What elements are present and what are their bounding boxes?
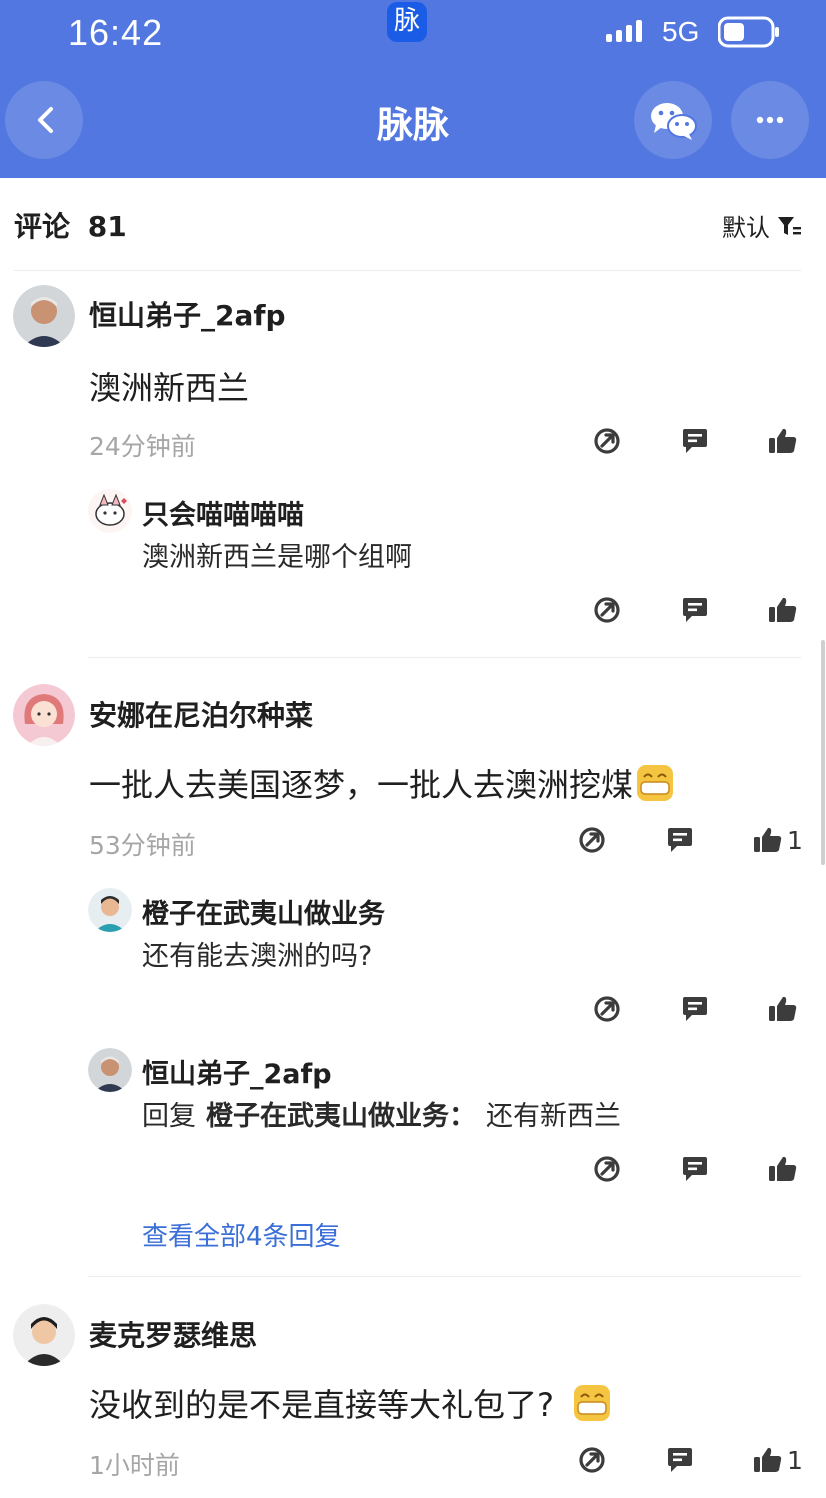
share-icon[interactable]: [592, 426, 622, 456]
comment-card: 安娜在尼泊尔种菜 一批人去美国逐梦，一批人去澳洲挖煤 53分钟前 1 橙子在武夷…: [0, 680, 826, 1280]
app-badge: 脉: [387, 2, 427, 42]
comment-author[interactable]: 麦克罗瑟维思: [89, 1314, 257, 1354]
reply-icon[interactable]: [665, 825, 695, 855]
like-count: 1: [787, 1446, 803, 1475]
comment-body: 一批人去美国逐梦，一批人去澳洲挖煤: [89, 760, 675, 806]
reply-author[interactable]: 橙子在武夷山做业务: [142, 892, 385, 931]
comments-count: 81: [87, 210, 127, 243]
divider: [14, 270, 801, 271]
share-icon[interactable]: [577, 825, 607, 855]
user-avatar[interactable]: [88, 489, 132, 533]
reply-icon[interactable]: [680, 426, 710, 456]
comment-body: 没收到的是不是直接等大礼包了?: [89, 1380, 612, 1426]
more-button[interactable]: [731, 81, 809, 159]
like-icon[interactable]: [768, 1154, 798, 1184]
comments-label: 评论: [14, 210, 71, 243]
app-header: 16:42 脉 5G 脉脉: [0, 0, 826, 178]
filter-icon: [778, 216, 801, 235]
grin-emoji-icon: [574, 1385, 610, 1421]
reply-prefix: 回复: [142, 1101, 196, 1132]
divider: [88, 657, 801, 658]
like-icon[interactable]: [768, 595, 798, 625]
divider: [88, 1276, 801, 1277]
comment-author[interactable]: 恒山弟子_2afp: [89, 294, 286, 334]
comment-author[interactable]: 安娜在尼泊尔种菜: [89, 694, 313, 734]
like-icon[interactable]: [768, 994, 798, 1024]
wechat-icon: [651, 103, 697, 140]
status-time: 16:42: [68, 12, 164, 53]
like-icon[interactable]: [753, 1445, 783, 1475]
user-avatar[interactable]: [88, 888, 132, 932]
battery-icon: [718, 16, 779, 48]
reply-text: 澳洲新西兰是哪个组啊: [142, 542, 412, 573]
comment-text: 一批人去美国逐梦，一批人去澳洲挖煤: [89, 766, 634, 804]
comment-text: 澳洲新西兰: [89, 369, 250, 407]
reply-text: 还有能去澳洲的吗?: [142, 941, 373, 972]
comment-time: 1小时前: [89, 1451, 180, 1480]
comment-card: 麦克罗瑟维思 没收到的是不是直接等大礼包了? 1小时前 1: [0, 1300, 826, 1498]
reply-icon[interactable]: [680, 994, 710, 1024]
wechat-share-button[interactable]: [634, 81, 712, 159]
share-icon[interactable]: [592, 1154, 622, 1184]
reply-author[interactable]: 恒山弟子_2afp: [142, 1052, 332, 1091]
signal-icon: [606, 20, 642, 42]
reply-icon[interactable]: [680, 1154, 710, 1184]
comment-time: 53分钟前: [89, 831, 196, 860]
scrollbar[interactable]: [821, 640, 825, 865]
like-icon[interactable]: [753, 825, 783, 855]
user-avatar[interactable]: [13, 684, 75, 746]
like-icon[interactable]: [768, 426, 798, 456]
sort-label: 默认: [722, 214, 770, 242]
sort-dropdown[interactable]: 默认: [722, 208, 802, 243]
like-count: 1: [787, 826, 803, 855]
comment-time: 24分钟前: [89, 432, 196, 461]
share-icon[interactable]: [592, 994, 622, 1024]
reply-body: 回复 橙子在武夷山做业务： 还有新西兰: [142, 1094, 621, 1133]
view-all-replies-link[interactable]: 查看全部4条回复: [142, 1216, 341, 1253]
more-icon: [756, 116, 784, 124]
network-label: 5G: [662, 16, 700, 47]
share-icon[interactable]: [577, 1445, 607, 1475]
comment-text: 没收到的是不是直接等大礼包了?: [89, 1386, 554, 1424]
user-avatar[interactable]: [88, 1048, 132, 1092]
reply-icon[interactable]: [680, 595, 710, 625]
user-avatar[interactable]: [13, 285, 75, 347]
comment-card: 恒山弟子_2afp 澳洲新西兰 24分钟前 只会喵喵喵喵 澳洲新西兰是哪个组啊: [0, 280, 826, 660]
reply-author[interactable]: 只会喵喵喵喵: [142, 493, 304, 532]
user-avatar[interactable]: [13, 1304, 75, 1366]
reply-text: 还有新西兰: [486, 1101, 621, 1132]
comments-heading: 评论 81: [14, 205, 127, 245]
reply-to-user[interactable]: 橙子在武夷山做业务：: [206, 1094, 476, 1133]
grin-emoji-icon: [637, 765, 674, 801]
share-icon[interactable]: [592, 595, 622, 625]
reply-icon[interactable]: [665, 1445, 695, 1475]
